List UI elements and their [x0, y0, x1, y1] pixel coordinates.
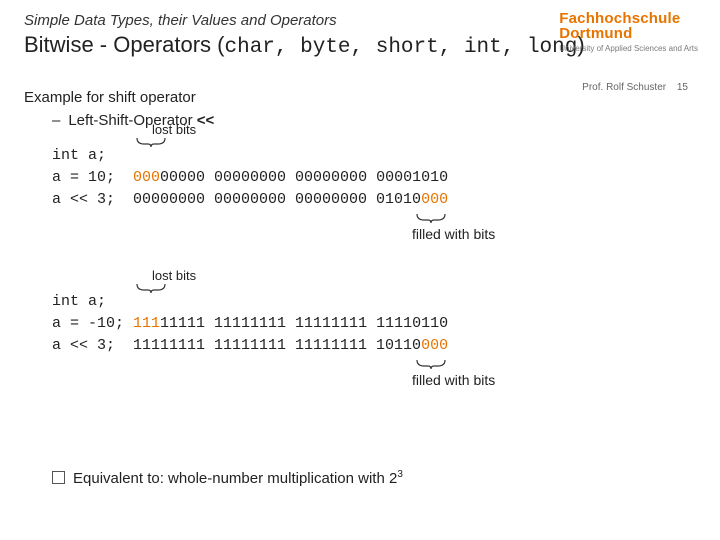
- filled-bits-label-2: filled with bits: [412, 369, 495, 391]
- code-block-negative: lost bits int a; a = -10; 11111111 11111…: [52, 279, 696, 399]
- brace-lost-2: [134, 281, 168, 295]
- bullet-left-shift: –Left-Shift-Operator <<: [52, 112, 696, 129]
- brace-lost-1: [134, 135, 168, 149]
- bullet-operator: <<: [197, 112, 215, 129]
- filled-bits-label-1: filled with bits: [412, 223, 495, 245]
- checkbox-icon: [52, 471, 65, 484]
- brand-block: Fachhochschule Dortmund University of Ap…: [559, 10, 698, 53]
- author-name: Prof. Rolf Schuster: [582, 82, 666, 93]
- equiv-exponent: 3: [397, 469, 403, 480]
- author-pagenum: Prof. Rolf Schuster 15: [582, 82, 688, 93]
- equivalent-note: Equivalent to: whole-number multiplicati…: [52, 469, 696, 487]
- brand-subtitle: University of Applied Sciences and Arts: [559, 44, 698, 53]
- brand-line2: Dortmund: [559, 25, 698, 42]
- page-number: 15: [677, 82, 688, 93]
- code-shift-2: a << 3; 11111111 11111111 11111111 10110…: [52, 335, 696, 357]
- code-assign-2: a = -10; 11111111 11111111 11111111 1111…: [52, 313, 696, 335]
- equiv-text: Equivalent to: whole-number multiplicati…: [73, 470, 397, 487]
- code-assign-1: a = 10; 00000000 00000000 00000000 00001…: [52, 167, 696, 189]
- code-shift-1: a << 3; 00000000 00000000 00000000 01010…: [52, 189, 696, 211]
- title-types: char, byte, short, int, long: [225, 36, 578, 59]
- code-block-positive: lost bits int a; a = 10; 00000000 000000…: [52, 133, 696, 253]
- title-lead: Bitwise - Operators (: [24, 32, 225, 57]
- bullet-dash: –: [52, 112, 60, 129]
